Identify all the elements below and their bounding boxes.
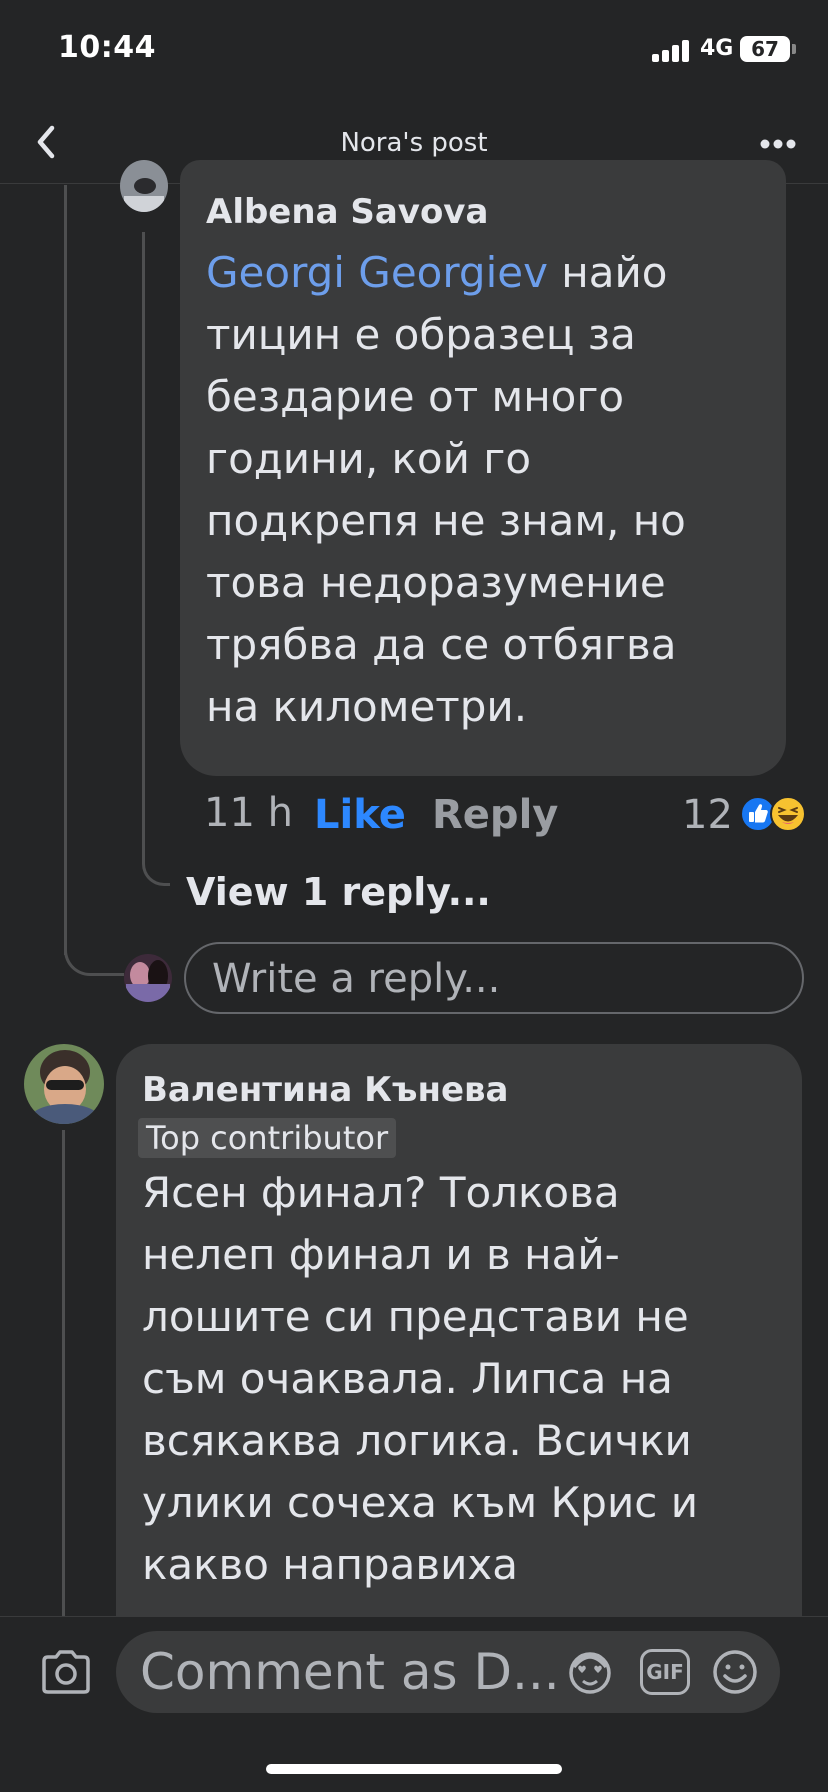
cellular-signal-icon: [652, 38, 692, 62]
home-indicator[interactable]: [266, 1764, 562, 1774]
comment-line: на километри.: [206, 682, 528, 731]
status-bar: 10:44 4G 67: [0, 0, 828, 100]
reply-input[interactable]: Write a reply...: [184, 942, 804, 1014]
haha-reaction-icon: [770, 796, 806, 832]
reply-placeholder: Write a reply...: [212, 956, 501, 1002]
comment-line: това недоразумение: [206, 558, 666, 607]
thread-line-outer: [64, 185, 67, 955]
emoji-icon[interactable]: [712, 1649, 758, 1695]
comment-author[interactable]: Валентина Кънева: [142, 1070, 508, 1110]
battery-tip: [792, 44, 796, 54]
comment-line: бездарие от много: [206, 372, 625, 421]
comment-line: години, кой го: [206, 434, 532, 483]
status-time: 10:44: [58, 30, 156, 65]
like-button[interactable]: Like: [314, 792, 406, 838]
comment-line: подкрепя не знам, но: [206, 496, 686, 545]
comment-line: всякаква логика. Всички: [142, 1416, 692, 1465]
current-user-avatar: [124, 954, 172, 1002]
comment-text: Ясен финал? Толкова нелеп финал и в най-…: [142, 1162, 792, 1596]
top-contributor-badge: Top contributor: [138, 1118, 397, 1158]
comment-line: съм очаквала. Липса на: [142, 1354, 673, 1403]
network-type: 4G: [700, 36, 734, 61]
comment-line: нелеп финал и в най-: [142, 1230, 620, 1279]
more-options-icon[interactable]: [760, 138, 796, 150]
comment-text: Georgi Georgiev найо тицин е образец за …: [206, 242, 776, 738]
camera-icon[interactable]: [40, 1649, 92, 1695]
view-replies-link[interactable]: View 1 reply...: [186, 870, 491, 914]
comment-line: какво направиха: [142, 1540, 518, 1589]
comment-input[interactable]: Comment as D... GIF: [116, 1631, 780, 1713]
avatar-sticker-icon[interactable]: [566, 1649, 614, 1695]
comment-bubble: Валентина Кънева Top contributor Ясен фи…: [116, 1044, 802, 1664]
battery-icon: 67: [740, 36, 790, 62]
avatar[interactable]: [24, 1044, 104, 1124]
gif-icon[interactable]: GIF: [640, 1649, 690, 1695]
comment-line: тицин е образец за: [206, 310, 636, 359]
page-title: Nora's post: [340, 128, 488, 158]
comment-line: трябва да се отбягва: [206, 620, 677, 669]
comment-time: 11 h: [204, 790, 293, 836]
thread-line-second: [62, 1130, 65, 1620]
thread-line-outer-curve: [64, 930, 124, 976]
mention-link[interactable]: Georgi Georgiev: [206, 248, 548, 297]
thread-line-inner-curve: [142, 820, 170, 886]
thread-line-inner: [142, 232, 145, 832]
comment-bubble: Albena Savova Georgi Georgiev найо тицин…: [180, 160, 786, 776]
comment-placeholder: Comment as D...: [140, 1643, 560, 1701]
comment-line: Ясен финал? Толкова: [142, 1168, 620, 1217]
reply-button[interactable]: Reply: [432, 792, 558, 838]
comment-line: улики сочеха към Крис и: [142, 1478, 698, 1527]
comment-author[interactable]: Albena Savova: [206, 192, 488, 232]
reaction-count[interactable]: 12: [682, 792, 733, 838]
avatar[interactable]: [120, 160, 168, 212]
comment-line: лошите си представи не: [142, 1292, 689, 1341]
